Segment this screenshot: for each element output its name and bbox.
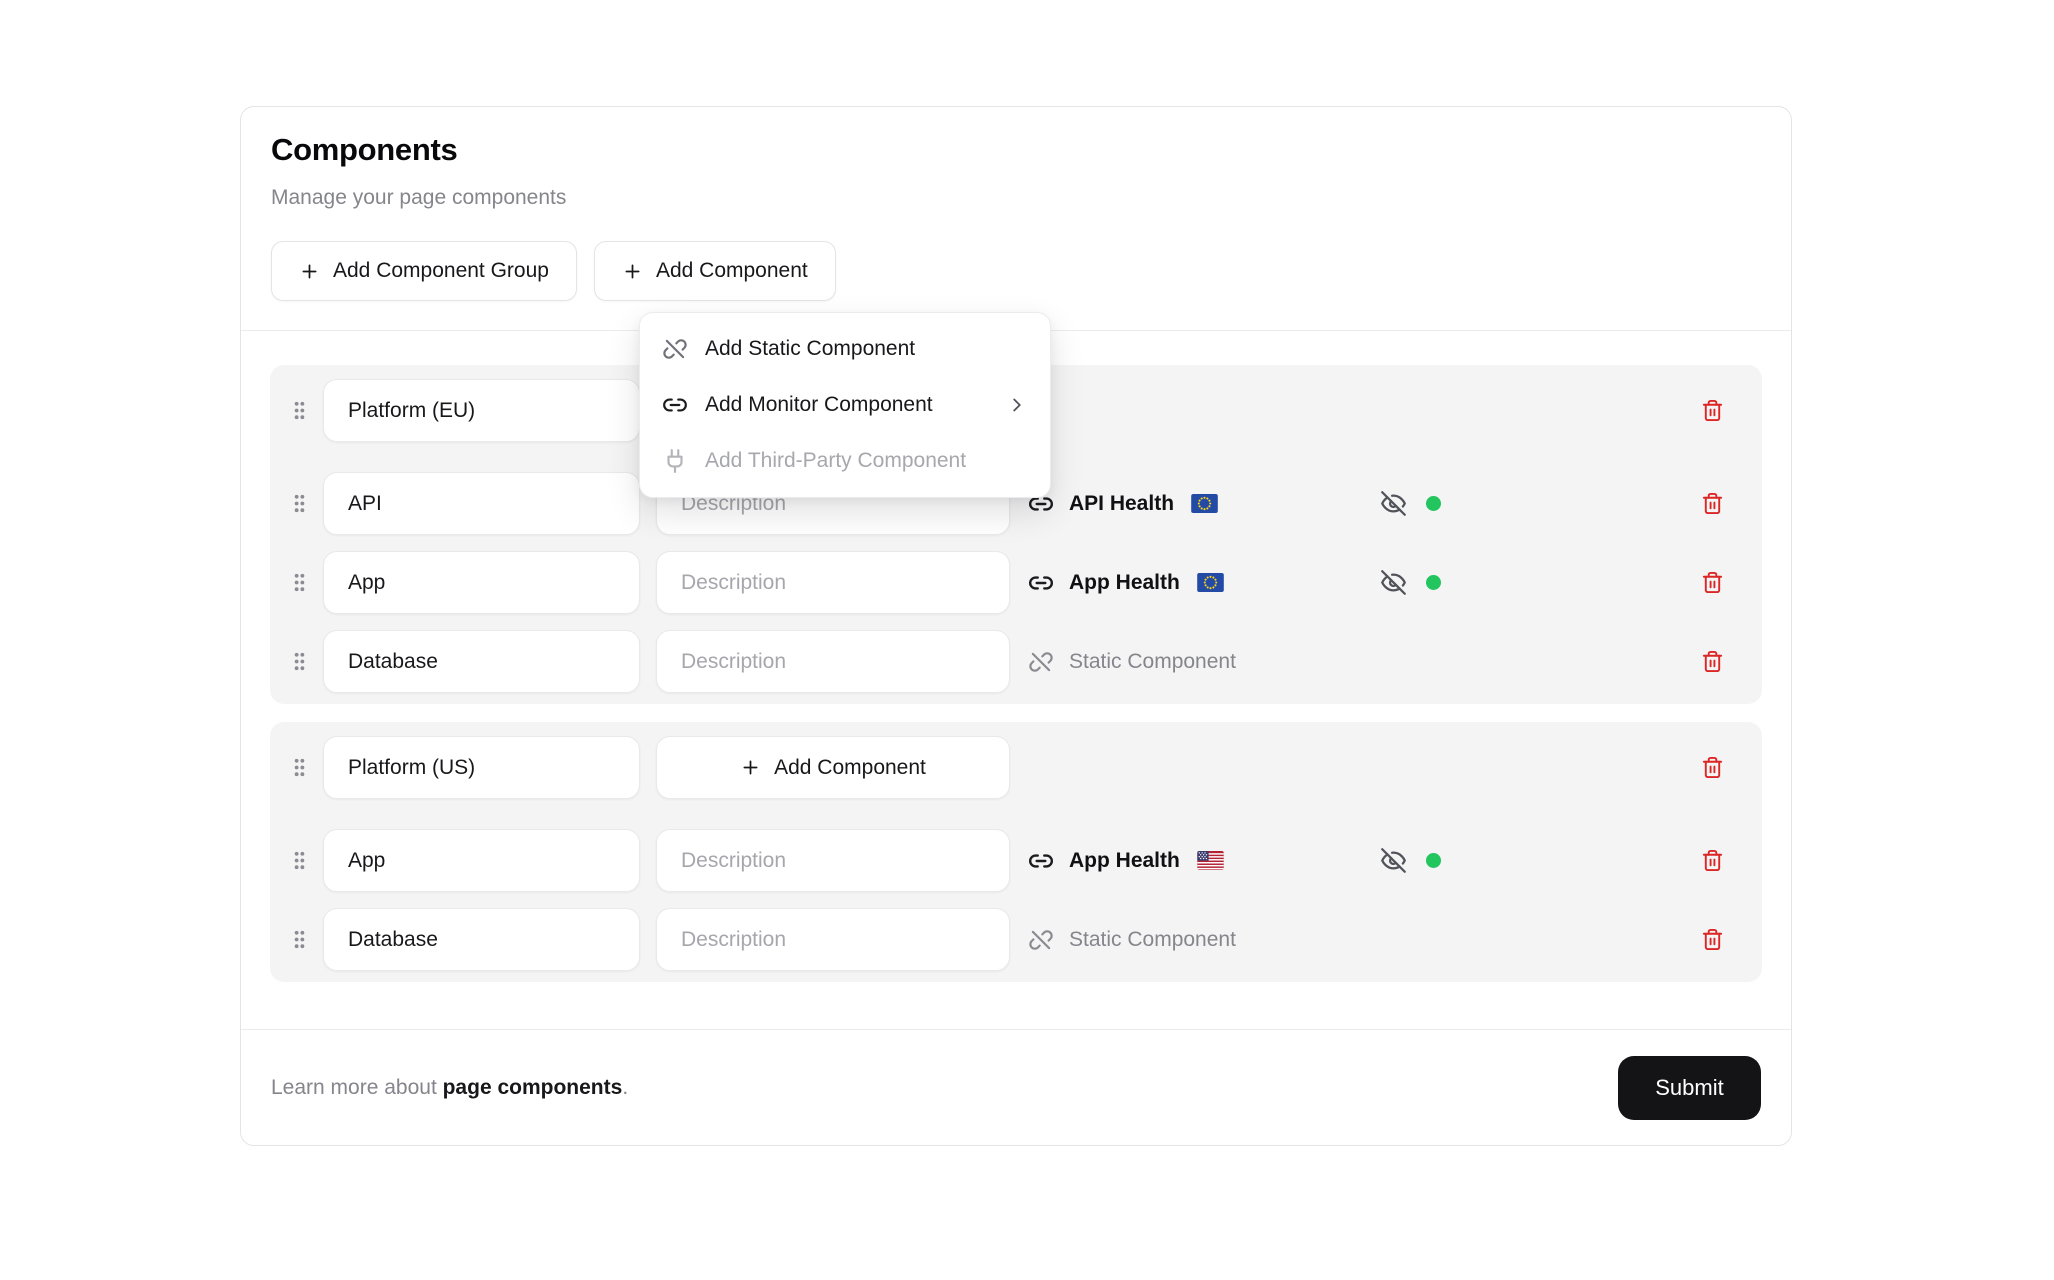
drag-handle-icon[interactable] [287, 399, 311, 422]
component-name-input[interactable] [323, 829, 640, 892]
menu-item-add-third-party-component: Add Third-Party Component [648, 433, 1042, 489]
submit-button[interactable]: Submit [1618, 1056, 1761, 1120]
monitor-label: API Health [1069, 492, 1174, 516]
static-component-label: Static Component [1069, 928, 1236, 952]
drag-handle-icon[interactable] [287, 928, 311, 951]
group-add-component-label: Add Component [774, 756, 926, 780]
eye-off-icon[interactable] [1380, 569, 1407, 596]
plus-icon [740, 757, 761, 778]
component-name-input[interactable] [323, 630, 640, 693]
trash-icon [1701, 928, 1724, 951]
add-component-button[interactable]: Add Component [594, 241, 836, 301]
visibility-cell [1380, 847, 1441, 874]
component-group: Add Component App Health Static Component [270, 722, 1762, 982]
unlink-icon [662, 336, 688, 362]
component-description-input[interactable] [656, 630, 1010, 693]
component-description-input[interactable] [656, 908, 1010, 971]
component-name-input[interactable] [323, 551, 640, 614]
drag-handle-icon[interactable] [287, 650, 311, 673]
menu-item-add-monitor-component[interactable]: Add Monitor Component [648, 377, 1042, 433]
drag-handle-icon[interactable] [287, 571, 311, 594]
page-components-link[interactable]: page components [443, 1076, 623, 1099]
add-component-menu: Add Static Component Add Monitor Componen… [639, 312, 1051, 498]
monitor-label: App Health [1069, 849, 1180, 873]
component-name-input[interactable] [323, 472, 640, 535]
group-header-row: Add Component [287, 736, 1745, 799]
trash-icon [1701, 492, 1724, 515]
delete-group-button[interactable] [1701, 756, 1724, 779]
plus-icon [299, 261, 320, 282]
eye-off-icon[interactable] [1380, 847, 1407, 874]
plug-icon [662, 448, 688, 474]
eye-off-icon[interactable] [1380, 490, 1407, 517]
add-component-group-button[interactable]: Add Component Group [271, 241, 577, 301]
header-actions: Add Component Group Add Component [271, 241, 1761, 301]
page-subtitle: Manage your page components [271, 185, 1761, 210]
group-add-component-button[interactable]: Add Component [656, 736, 1010, 799]
monitor-label: App Health [1069, 571, 1180, 595]
static-component-label: Static Component [1069, 650, 1236, 674]
visibility-cell [1380, 569, 1441, 596]
page-title: Components [271, 133, 1761, 167]
link-icon [1028, 848, 1054, 874]
component-type-cell: Static Component [1028, 927, 1380, 953]
add-component-label: Add Component [656, 259, 808, 283]
link-icon [662, 392, 688, 418]
add-component-group-label: Add Component Group [333, 259, 549, 283]
status-dot [1426, 853, 1441, 868]
status-dot [1426, 496, 1441, 511]
plus-icon [622, 261, 643, 282]
trash-icon [1701, 650, 1724, 673]
card-header: Components Manage your page components A… [241, 107, 1791, 331]
trash-icon [1701, 756, 1724, 779]
drag-handle-icon[interactable] [287, 492, 311, 515]
us-flag [1197, 851, 1224, 870]
component-row: Static Component [287, 630, 1745, 693]
trash-icon [1701, 849, 1724, 872]
component-type-cell: Static Component [1028, 649, 1380, 675]
component-type-cell: App Health [1028, 848, 1380, 874]
unlink-icon [1028, 649, 1054, 675]
component-type-cell: API Health [1028, 491, 1380, 517]
delete-component-button[interactable] [1701, 492, 1724, 515]
page: Components Manage your page components A… [0, 0, 2054, 1280]
status-dot [1426, 575, 1441, 590]
delete-component-button[interactable] [1701, 650, 1724, 673]
delete-component-button[interactable] [1701, 849, 1724, 872]
learn-more-prefix: Learn more about [271, 1076, 443, 1099]
component-description-input[interactable] [656, 551, 1010, 614]
delete-component-button[interactable] [1701, 928, 1724, 951]
drag-handle-icon[interactable] [287, 756, 311, 779]
chevron-right-icon [1006, 394, 1028, 416]
component-type-cell: App Health [1028, 570, 1380, 596]
trash-icon [1701, 399, 1724, 422]
trash-icon [1701, 571, 1724, 594]
link-icon [1028, 570, 1054, 596]
eu-flag [1191, 494, 1218, 513]
visibility-cell [1380, 490, 1441, 517]
component-row: App Health [287, 551, 1745, 614]
delete-group-button[interactable] [1701, 399, 1724, 422]
drag-handle-icon[interactable] [287, 849, 311, 872]
components-card: Components Manage your page components A… [240, 106, 1792, 1146]
group-name-input[interactable] [323, 379, 640, 442]
menu-item-label: Add Static Component [705, 337, 915, 361]
card-footer: Learn more about page components. Submit [241, 1029, 1791, 1145]
menu-item-add-static-component[interactable]: Add Static Component [648, 321, 1042, 377]
learn-more-text: Learn more about page components. [271, 1076, 628, 1100]
group-name-input[interactable] [323, 736, 640, 799]
menu-item-label: Add Third-Party Component [705, 449, 966, 473]
learn-more-suffix: . [622, 1076, 628, 1099]
menu-item-label: Add Monitor Component [705, 393, 933, 417]
unlink-icon [1028, 927, 1054, 953]
eu-flag [1197, 573, 1224, 592]
component-name-input[interactable] [323, 908, 640, 971]
delete-component-button[interactable] [1701, 571, 1724, 594]
component-row: Static Component [287, 908, 1745, 971]
component-row: App Health [287, 829, 1745, 892]
component-description-input[interactable] [656, 829, 1010, 892]
